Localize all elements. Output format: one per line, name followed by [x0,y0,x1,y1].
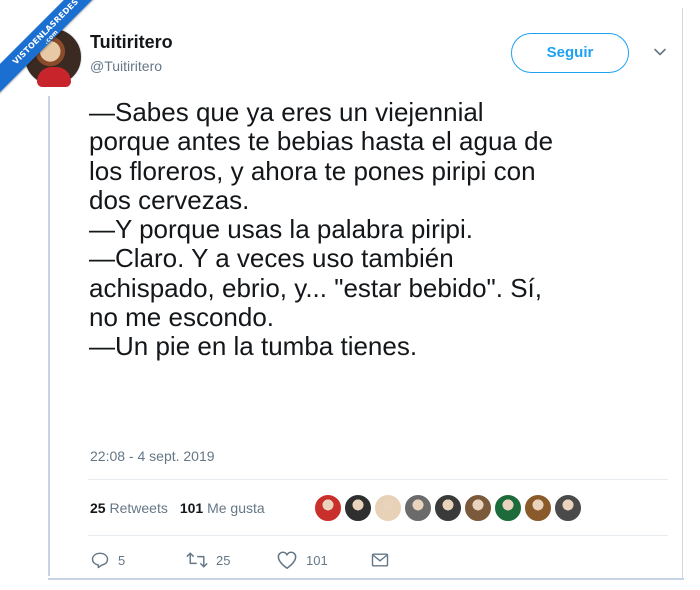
author-handle[interactable]: @Tuitiritero [90,58,162,74]
tweet-line: —Un pie en la tumba tienes. [89,331,418,362]
tweet-line: achispado, ebrio, y... "estar bebido". S… [89,272,543,303]
liker-avatar[interactable] [344,494,372,522]
tweet-line: —Claro. Y a veces uso también [89,243,454,274]
direct-message-action[interactable] [370,550,390,570]
retweets-stat[interactable]: 25 Retweets [90,500,168,516]
liker-avatar[interactable] [314,494,342,522]
liker-avatar[interactable] [524,494,552,522]
retweets-label: Retweets [109,500,168,516]
liker-avatar[interactable] [464,494,492,522]
tweet-line: dos cervezas. [89,184,250,215]
watermark-ribbon: VISTOENLASREDES .com [0,0,110,110]
divider [88,535,668,536]
frame-border-left [48,96,50,576]
retweet-count: 25 [216,552,231,568]
engagement-stats: 25 Retweets 101 Me gusta [90,500,265,516]
liker-avatar[interactable] [494,494,522,522]
liker-avatar[interactable] [404,494,432,522]
tweet-line: no me escondo. [89,302,275,333]
reply-action[interactable]: 5 [90,550,125,570]
frame-border-right [682,8,683,580]
liker-avatar[interactable] [554,494,582,522]
follow-button[interactable]: Seguir [511,33,629,73]
likes-label: Me gusta [207,500,265,516]
liker-avatar[interactable] [374,494,402,522]
author-name[interactable]: Tuitiritero [90,32,173,53]
reply-icon [91,552,109,569]
tweet-card: VISTOENLASREDES .com Tuitiritero @Tuitir… [0,0,700,590]
liker-avatar[interactable] [434,494,462,522]
reply-count: 5 [118,552,126,568]
retweet-action[interactable]: 25 [186,550,230,570]
tweet-line: —Sabes que ya eres un viejennial [89,97,484,127]
tweet-line: —Y porque usas la palabra piripi. [89,214,473,245]
frame-border-bottom [48,578,684,580]
tweet-text: —Sabes que ya eres un viejennial porque … [89,97,669,362]
envelope-icon [371,553,389,567]
watermark-text: VISTOENLASREDES [11,0,81,67]
likes-stat[interactable]: 101 Me gusta [180,500,265,516]
divider [88,479,668,480]
tweet-line: los floreros, y ahora te pones piripi co… [89,155,536,186]
likes-count: 101 [179,500,204,516]
tweet-line: porque antes te bebias hasta el agua de [89,126,554,157]
heart-icon [277,551,297,569]
retweet-icon [186,552,208,568]
liker-avatars [314,494,584,522]
retweets-count: 25 [90,500,106,516]
like-count: 101 [306,552,328,568]
like-action[interactable]: 101 [276,550,328,570]
tweet-timestamp[interactable]: 22:08 - 4 sept. 2019 [90,448,215,464]
chevron-down-icon[interactable] [652,44,668,60]
